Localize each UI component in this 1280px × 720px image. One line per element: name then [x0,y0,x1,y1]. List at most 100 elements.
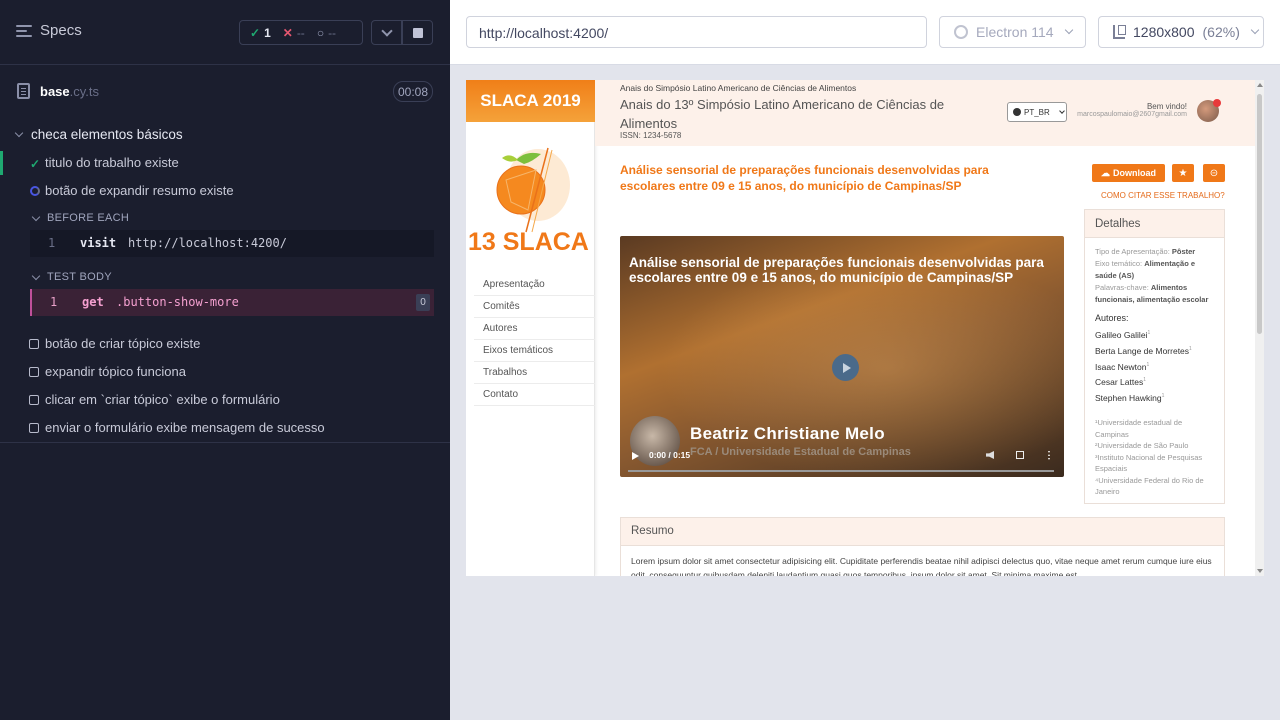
author-item[interactable]: Berta Lange de Morretes1 [1095,342,1214,358]
author-item[interactable]: Cesar Lattes1 [1095,373,1214,389]
spec-file-name: base.cy.ts [40,84,100,99]
command-row[interactable]: 1 get .button-show-more 0 [30,289,434,316]
command-arg: http://localhost:4200/ [128,236,287,250]
fullscreen-icon[interactable] [1016,451,1024,459]
cite-link[interactable]: COMO CITAR ESSE TRABALHO? [1101,191,1225,200]
caret-down-icon [31,212,41,222]
nav-item-autores[interactable]: Autores [474,318,595,340]
url-field[interactable]: http://localhost:4200/ [466,16,927,48]
author-item[interactable]: Stephen Hawking1 [1095,389,1214,405]
language-value: PT_BR [1024,107,1050,117]
share-button[interactable]: ⊝ [1203,164,1225,182]
author-item[interactable]: Isaac Newton1 [1095,358,1214,374]
user-email: marcospaulomaio@2607gmail.com [1077,111,1187,118]
test-row[interactable]: ✓ titulo do trabalho existe [0,151,450,175]
specs-label: Specs [40,22,82,39]
affiliation-item: ²Universidade de São Paulo [1095,441,1189,451]
test-label: enviar o formulário exibe mensagem de su… [45,420,325,435]
language-select[interactable]: PT_BR [1007,102,1067,122]
resumo-title: Resumo [621,518,1224,546]
specs-menu-icon [16,24,32,38]
nav-item-comites[interactable]: Comitês [474,296,595,318]
test-label: titulo do trabalho existe [45,155,179,170]
test-row[interactable]: enviar o formulário exibe mensagem de su… [0,416,450,440]
video-progress-bar[interactable] [628,470,1054,472]
viewport-scale: (62%) [1202,24,1240,40]
stop-button[interactable] [402,20,433,45]
viewport-selector[interactable]: 1280x800 (62%) [1098,16,1264,48]
welcome-text: Bem vindo! [1146,102,1187,111]
resumo-text: Lorem ipsum dolor sit amet consectetur a… [631,556,1212,576]
command-name: get [82,295,104,309]
details-title: Detalhes [1085,210,1224,238]
author-item[interactable]: Galileo Galilei1 [1095,326,1214,342]
suite-row[interactable]: checa elementos básicos [0,124,450,146]
runner-panel: Specs ✓ 1 ✕ -- ○ -- base.cy.ts 00:08 che… [0,0,450,720]
failed-icon: ✕ [282,25,293,40]
active-test-indicator [0,151,3,175]
test-row[interactable]: clicar em `criar tópico` exibe o formulá… [0,388,450,412]
chevron-down-icon [380,24,393,37]
header-issn: ISSN: 1234-5678 [620,131,682,140]
download-label: Download [1113,168,1156,178]
affiliations: ¹Universidade estadual de Campinas ²Univ… [1095,417,1214,498]
nav-item-apresentacao[interactable]: Apresentação [474,274,595,296]
runner-header: Specs ✓ 1 ✕ -- ○ -- [0,0,450,65]
spec-file-row[interactable]: base.cy.ts 00:08 [0,77,450,107]
test-row[interactable]: botão de expandir resumo existe [0,179,450,203]
app-sidebar: SLACA 2019 13 SLACA Apresentação Comitês… [466,80,595,576]
collapse-button[interactable] [371,20,402,45]
app-frame: SLACA 2019 13 SLACA Apresentação Comitês… [466,80,1264,576]
chevron-down-icon [1058,107,1065,114]
scroll-down-icon[interactable] [1257,569,1263,573]
video-title: Análise sensorial de preparações funcion… [629,255,1044,285]
affiliation-item: ³Instituto Nacional de Pesquisas Espacia… [1095,452,1203,474]
scroll-thumb[interactable] [1257,94,1262,334]
before-each-title[interactable]: BEFORE EACH [47,212,129,224]
test-row[interactable]: botão de criar tópico existe [0,332,450,356]
command-number: 1 [50,295,58,309]
nav-item-trabalhos[interactable]: Trabalhos [474,362,595,384]
favorite-button[interactable]: ★ [1172,164,1194,182]
test-label: expandir tópico funciona [45,364,186,379]
command-number: 1 [48,236,56,250]
volume-icon[interactable] [986,451,994,459]
command-arg: .button-show-more [116,295,239,309]
element-count-badge: 0 [416,294,430,311]
preview-toolbar: http://localhost:4200/ Electron 114 1280… [450,0,1280,65]
viewport-size: 1280x800 [1133,24,1195,40]
caret-down-icon [14,128,24,138]
nav-item-eixos[interactable]: Eixos temáticos [474,340,595,362]
detail-palavras: Palavras-chave: Alimentos funcionais, al… [1095,283,1209,304]
nav-item-contato[interactable]: Contato [474,384,595,406]
header-subtitle: Anais do Simpósio Latino Americano de Ci… [620,83,857,93]
detail-eixo: Eixo temático: Alimentação e saúde (AS) [1095,259,1196,280]
play-icon [842,362,851,373]
brand-title[interactable]: SLACA 2019 [466,80,595,122]
play-icon[interactable] [632,452,639,460]
scroll-up-icon[interactable] [1257,83,1263,87]
resumo-card: Resumo Lorem ipsum dolor sit amet consec… [620,517,1225,576]
video-player[interactable]: Análise sensorial de preparações funcion… [620,236,1064,477]
detail-tipo: Tipo de Apresentação: Pôster [1095,247,1196,256]
test-body-title[interactable]: TEST BODY [47,271,112,283]
affiliation-item: ⁴Universidade Federal do Rio de Janeiro [1095,475,1204,497]
app-header: Anais do Simpósio Latino Americano de Ci… [595,80,1255,146]
queued-icon [29,395,39,405]
share-icon: ⊝ [1209,167,1219,179]
test-label: botão de criar tópico existe [45,336,201,351]
big-play-button[interactable] [832,354,859,381]
scrollbar[interactable] [1255,80,1264,576]
download-button[interactable]: ☁ Download [1092,164,1165,182]
caret-down-icon [31,271,41,281]
cloud-download-icon: ☁ [1101,167,1110,178]
more-vertical-icon[interactable] [1048,450,1050,460]
browser-selector[interactable]: Electron 114 [939,16,1086,48]
spec-duration: 00:08 [393,81,433,102]
queued-icon [29,367,39,377]
specs-toggle[interactable]: Specs [16,22,82,39]
test-row[interactable]: expandir tópico funciona [0,360,450,384]
check-icon: ✓ [30,157,41,171]
work-title: Análise sensorial de preparações funcion… [620,163,989,193]
command-row[interactable]: 1 visit http://localhost:4200/ [30,230,434,257]
